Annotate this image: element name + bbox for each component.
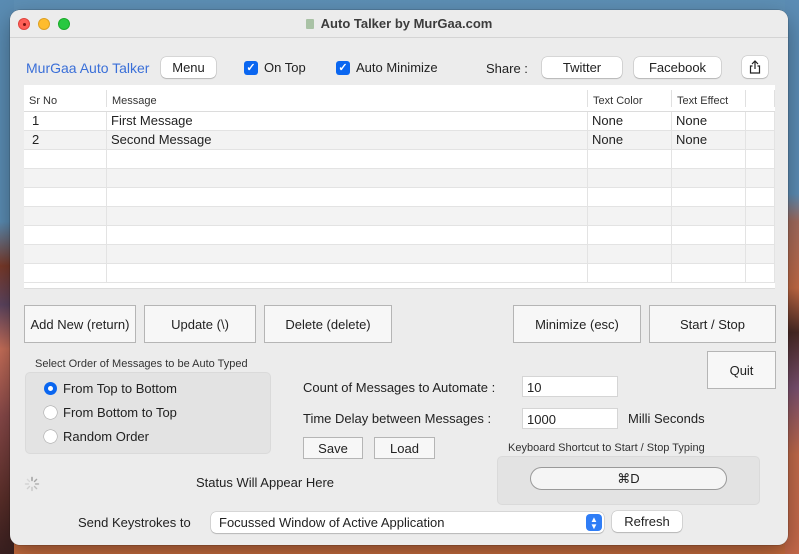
delay-unit-label: Milli Seconds [628, 411, 705, 426]
column-header-text-color[interactable]: Text Color [588, 85, 672, 111]
messages-table[interactable]: Sr No Message Text Color Text Effect 1 F… [24, 85, 775, 289]
save-button[interactable]: Save [303, 437, 363, 459]
cell-sr-no: 1 [24, 112, 107, 130]
radio-random-order[interactable]: Random Order [44, 429, 149, 444]
empty-row [24, 226, 775, 245]
minimize-window-button[interactable] [38, 18, 50, 30]
empty-row [24, 169, 775, 188]
window-title-text: Auto Talker by MurGaa.com [320, 16, 493, 31]
share-button[interactable] [742, 56, 768, 78]
refresh-button[interactable]: Refresh [612, 511, 682, 532]
empty-row [24, 207, 775, 226]
column-header-blank [746, 85, 775, 111]
app-window: Auto Talker by MurGaa.com MurGaa Auto Ta… [10, 10, 788, 545]
twitter-button[interactable]: Twitter [542, 57, 622, 78]
cell-text-effect: None [672, 112, 746, 130]
update-button[interactable]: Update (\) [144, 305, 256, 343]
facebook-button[interactable]: Facebook [634, 57, 721, 78]
checkmark-icon: ✓ [244, 60, 258, 75]
cell-sr-no: 2 [24, 131, 107, 149]
menu-button[interactable]: Menu [161, 57, 216, 78]
add-new-button[interactable]: Add New (return) [24, 305, 136, 343]
radio-unselected-icon [44, 406, 57, 419]
cell-text-effect: None [672, 131, 746, 149]
minimize-button[interactable]: Minimize (esc) [513, 305, 641, 343]
auto-minimize-checkbox[interactable]: ✓ Auto Minimize [336, 60, 438, 75]
column-header-text-effect[interactable]: Text Effect [672, 85, 746, 111]
checkmark-icon: ✓ [336, 60, 350, 75]
document-icon [305, 18, 314, 29]
cell-blank [746, 131, 775, 149]
auto-minimize-label: Auto Minimize [356, 60, 438, 75]
window-title: Auto Talker by MurGaa.com [305, 16, 493, 31]
count-label: Count of Messages to Automate : [303, 380, 496, 395]
close-window-button[interactable] [18, 18, 30, 30]
radio-label: Random Order [63, 429, 149, 444]
radio-unselected-icon [44, 430, 57, 443]
cell-message: First Message [107, 112, 588, 130]
radio-label: From Top to Bottom [63, 381, 177, 396]
target-window-select[interactable]: Focussed Window of Active Application ▲ ▼ [211, 512, 604, 533]
on-top-checkbox[interactable]: ✓ On Top [244, 60, 306, 75]
empty-row [24, 264, 775, 283]
brand-link[interactable]: MurGaa Auto Talker [26, 60, 149, 76]
delay-input[interactable]: 1000 [522, 408, 618, 429]
spinner-icon [24, 476, 40, 492]
cell-text-color: None [588, 112, 672, 130]
send-keystrokes-label: Send Keystrokes to [78, 515, 191, 530]
cell-message: Second Message [107, 131, 588, 149]
column-header-message[interactable]: Message [107, 85, 588, 111]
shortcut-recorder[interactable]: ⌘D [530, 467, 727, 490]
radio-selected-icon [44, 382, 57, 395]
radio-top-to-bottom[interactable]: From Top to Bottom [44, 381, 177, 396]
column-header-sr-no[interactable]: Sr No [24, 85, 107, 111]
shortcut-label: Keyboard Shortcut to Start / Stop Typing [508, 442, 705, 454]
empty-row [24, 188, 775, 207]
radio-bottom-to-top[interactable]: From Bottom to Top [44, 405, 177, 420]
empty-row [24, 245, 775, 264]
cell-blank [746, 112, 775, 130]
cell-text-color: None [588, 131, 672, 149]
start-stop-button[interactable]: Start / Stop [649, 305, 776, 343]
chevron-up-down-icon: ▲ ▼ [586, 514, 602, 531]
radio-label: From Bottom to Top [63, 405, 177, 420]
count-input[interactable]: 10 [522, 376, 618, 397]
quit-button[interactable]: Quit [707, 351, 776, 389]
order-group-label: Select Order of Messages to be Auto Type… [35, 358, 248, 370]
table-row[interactable]: 1 First Message None None [24, 112, 775, 131]
share-icon [749, 60, 761, 74]
table-row[interactable]: 2 Second Message None None [24, 131, 775, 150]
share-label: Share : [486, 61, 528, 76]
table-header: Sr No Message Text Color Text Effect [24, 85, 775, 112]
on-top-label: On Top [264, 60, 306, 75]
empty-row [24, 150, 775, 169]
target-window-value: Focussed Window of Active Application [219, 515, 445, 530]
load-button[interactable]: Load [374, 437, 435, 459]
zoom-window-button[interactable] [58, 18, 70, 30]
status-text: Status Will Appear Here [196, 475, 335, 490]
delay-label: Time Delay between Messages : [303, 411, 492, 426]
title-bar: Auto Talker by MurGaa.com [10, 10, 788, 38]
delete-button[interactable]: Delete (delete) [264, 305, 392, 343]
